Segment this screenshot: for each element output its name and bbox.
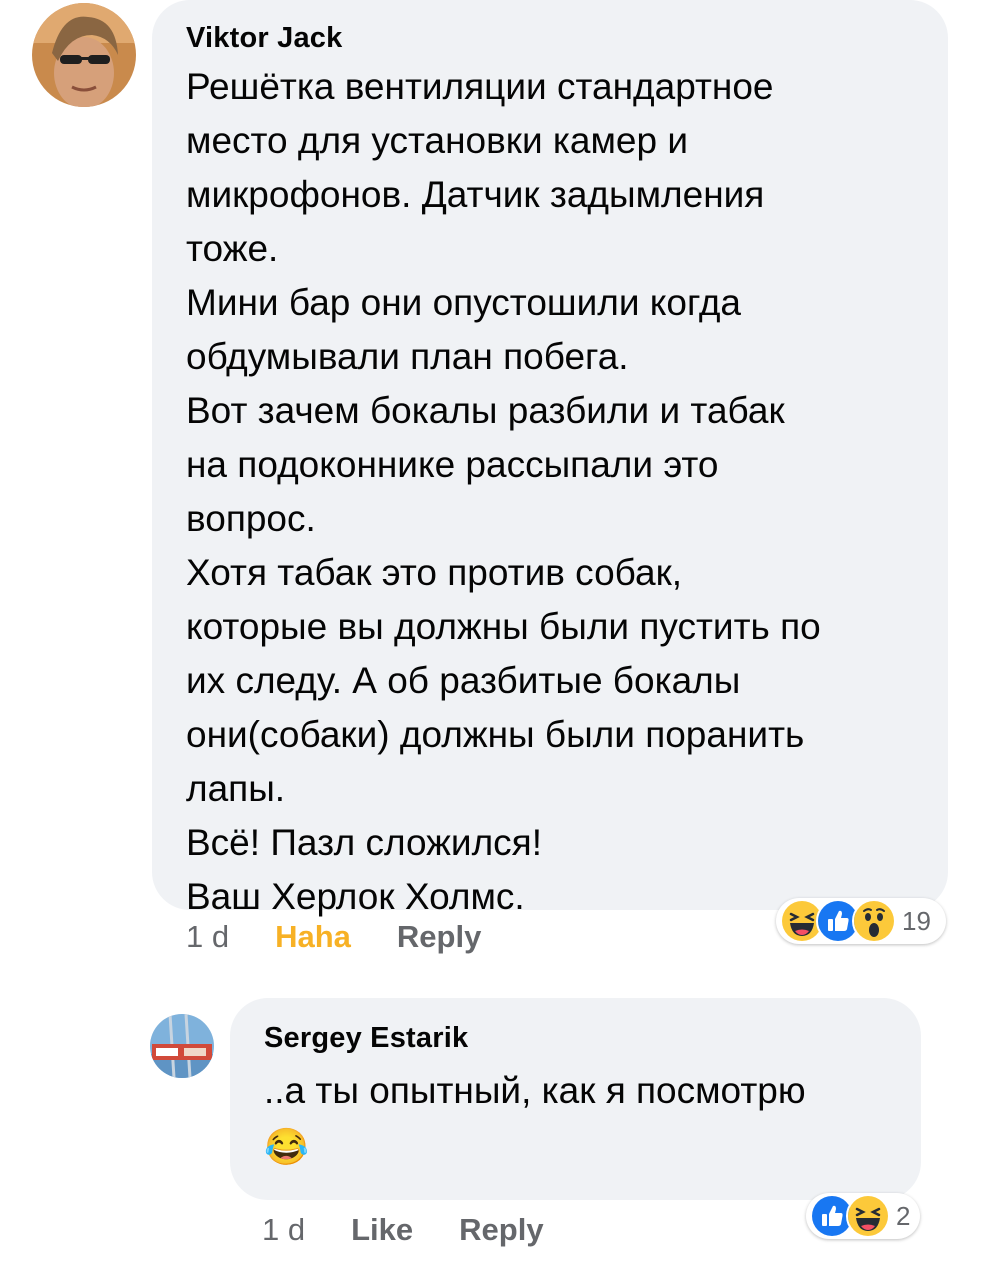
comment-text: Решётка вентиляции стандартное место для… [186,60,914,924]
reaction-count: 2 [896,1200,911,1231]
joy-emoji: 😂 [264,1126,309,1167]
comment-line: Решётка вентиляции стандартное [186,66,774,107]
comment-actions: 1 d Like Reply [262,1205,590,1255]
comment-line: лапы. [186,768,286,809]
comment-line: Всё! Пазл сложился! [186,822,542,863]
comment-line: обдумывали план побега. [186,336,629,377]
comment-timestamp[interactable]: 1 d [262,1212,305,1248]
reply-button[interactable]: Reply [459,1212,543,1248]
comment-actions: 1 d Haha Reply [186,912,527,962]
haha-icon [846,1194,890,1238]
haha-button[interactable]: Haha [275,919,351,955]
comment-line: место для установки камер и [186,120,689,161]
reaction-count: 19 [902,905,931,936]
reply-bubble: Sergey Estarik ..а ты опытный, как я пос… [230,998,921,1200]
comment-line: они(собаки) должны были поранить [186,714,805,755]
reaction-summary[interactable]: 2 [806,1193,920,1239]
avatar-sergey-estarik[interactable] [150,1014,214,1078]
comment-line: ..а ты опытный, как я посмотрю [264,1070,806,1111]
avatar-photo [32,3,136,107]
comment-line: на подоконнике рассыпали это [186,444,719,485]
comment-bubble: Viktor Jack Решётка вентиляции стандартн… [152,0,948,917]
comment-line: тоже. [186,228,279,269]
reply-button[interactable]: Reply [397,919,481,955]
comment-line: их следу. А об разбитые бокалы [186,660,741,701]
comment-text: ..а ты опытный, как я посмотрю 😂 [264,1064,887,1176]
comment-line: вопрос. [186,498,316,539]
comment-line: Хотя табак это против собак, [186,552,683,593]
comment-timestamp[interactable]: 1 d [186,919,229,955]
comment-line: микрофонов. Датчик задымления [186,174,765,215]
comment-author[interactable]: Sergey Estarik [264,1020,887,1056]
avatar-viktor-jack[interactable] [32,3,136,107]
comment-author[interactable]: Viktor Jack [186,20,914,56]
comment-line: которые вы должны были пустить по [186,606,821,647]
like-button[interactable]: Like [351,1212,413,1248]
avatar-photo [150,1014,214,1078]
reaction-summary[interactable]: 19 [776,898,946,944]
comment-line: Вот зачем бокалы разбили и табак [186,390,785,431]
wow-icon [852,899,896,943]
comment-line: Мини бар они опустошили когда [186,282,741,323]
